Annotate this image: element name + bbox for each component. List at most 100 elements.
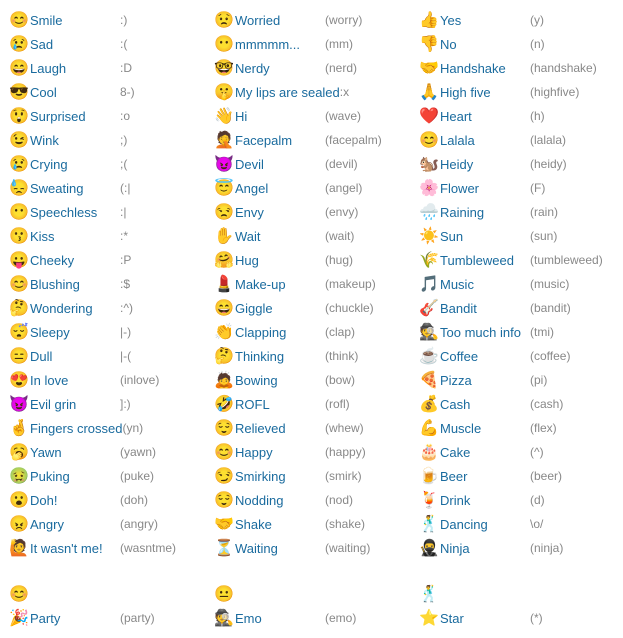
emoji-code: (smirk) xyxy=(325,469,362,483)
emoji-icon: 🐿️ xyxy=(418,154,440,174)
list-item xyxy=(4,560,209,582)
list-item: 🐿️Heidy(heidy) xyxy=(414,152,619,176)
emoji-name: Kiss xyxy=(30,229,120,244)
emoji-code: (h) xyxy=(530,109,545,123)
emoji-name: Wink xyxy=(30,133,120,148)
emoji-icon: 😒 xyxy=(213,202,235,222)
emoji-icon: ⏳ xyxy=(213,538,235,558)
emoji-code: (lalala) xyxy=(530,133,566,147)
list-item: 🎵Music(music) xyxy=(414,272,619,296)
emoji-name: Relieved xyxy=(235,421,325,436)
emoji-name: Smile xyxy=(30,13,120,28)
emoji-icon: 👎 xyxy=(418,34,440,54)
emoji-code: :x xyxy=(340,85,349,99)
emoji-code: (clap) xyxy=(325,325,355,339)
emoji-icon: ❤️ xyxy=(418,106,440,126)
emoji-name: Coffee xyxy=(440,349,530,364)
list-item: 😗Kiss:* xyxy=(4,224,209,248)
emoji-icon: 🤝 xyxy=(418,58,440,78)
emoji-name: Cheeky xyxy=(30,253,120,268)
list-item: 🎸Bandit(bandit) xyxy=(414,296,619,320)
emoji-code: |-) xyxy=(120,325,131,339)
list-item: 🤔Thinking(think) xyxy=(209,344,414,368)
emoji-code: (bow) xyxy=(325,373,355,387)
emoji-icon: 😮 xyxy=(8,490,30,510)
emoji-grid: 😊Smile:)😢Sad:(😄Laugh:D😎Cool8-)😲Surprised… xyxy=(0,0,623,638)
emoji-name: Emo xyxy=(235,611,325,626)
emoji-icon: 🤣 xyxy=(213,394,235,414)
list-item: 😎Cool8-) xyxy=(4,80,209,104)
list-item: 😛Cheeky:P xyxy=(4,248,209,272)
emoji-icon: 🌧️ xyxy=(418,202,440,222)
emoji-name: Cake xyxy=(440,445,530,460)
emoji-icon: 🤞 xyxy=(8,418,30,438)
list-item: 💪Muscle(flex) xyxy=(414,416,619,440)
emoji-code: (n) xyxy=(530,37,545,51)
emoji-code: (doh) xyxy=(120,493,148,507)
emoji-icon: 😢 xyxy=(8,154,30,174)
emoji-code: (whew) xyxy=(325,421,364,435)
column-2: 😟Worried(worry)😶mmmmm...(mm)🤓Nerdy(nerd)… xyxy=(209,8,414,630)
list-item: 👍Yes(y) xyxy=(414,8,619,32)
emoji-name: Clapping xyxy=(235,325,325,340)
emoji-icon: 👋 xyxy=(213,106,235,126)
emoji-name: Beer xyxy=(440,469,530,484)
emoji-code: (shake) xyxy=(325,517,365,531)
emoji-icon: 🥱 xyxy=(8,442,30,462)
emoji-code: (:| xyxy=(120,181,130,195)
emoji-icon: 😄 xyxy=(213,298,235,318)
emoji-code: :* xyxy=(120,229,128,243)
emoji-code: :P xyxy=(120,253,131,267)
emoji-code: (angry) xyxy=(120,517,158,531)
emoji-icon: 💪 xyxy=(418,418,440,438)
emoji-icon: ☕ xyxy=(418,346,440,366)
emoji-icon: 😈 xyxy=(8,394,30,414)
emoji-name: Handshake xyxy=(440,61,530,76)
emoji-icon: 😍 xyxy=(8,370,30,390)
emoji-name: Dancing xyxy=(440,517,530,532)
list-item: 🎉Party(party) xyxy=(4,606,209,630)
emoji-code: (envy) xyxy=(325,205,358,219)
emoji-icon: 😌 xyxy=(213,490,235,510)
list-item: 🍹Drink(d) xyxy=(414,488,619,512)
emoji-code: (angel) xyxy=(325,181,362,195)
list-item: 😇Angel(angel) xyxy=(209,176,414,200)
list-item: 🤓Nerdy(nerd) xyxy=(209,56,414,80)
emoji-code: (ninja) xyxy=(530,541,563,555)
emoji-code: (puke) xyxy=(120,469,154,483)
emoji-code: (highfive) xyxy=(530,85,579,99)
emoji-icon: 🎸 xyxy=(418,298,440,318)
list-item xyxy=(414,560,619,582)
emoji-name: Thinking xyxy=(235,349,325,364)
emoji-name: Drink xyxy=(440,493,530,508)
emoji-icon: 😟 xyxy=(213,10,235,30)
emoji-code: (chuckle) xyxy=(325,301,374,315)
emoji-code: (waiting) xyxy=(325,541,370,555)
list-item: 😢Crying;( xyxy=(4,152,209,176)
emoji-code: (happy) xyxy=(325,445,366,459)
emoji-name: Pizza xyxy=(440,373,530,388)
list-item: 🥱Yawn(yawn) xyxy=(4,440,209,464)
emoji-code: (F) xyxy=(530,181,545,195)
emoji-code: (party) xyxy=(120,611,155,625)
emoji-code: :( xyxy=(120,37,127,51)
emoji-icon: 🎂 xyxy=(418,442,440,462)
emoji-icon: 🍕 xyxy=(418,370,440,390)
emoji-icon: ⭐ xyxy=(418,608,440,628)
emoji-code: :$ xyxy=(120,277,130,291)
emoji-code: (wasntme) xyxy=(120,541,176,555)
emoji-code: :o xyxy=(120,109,130,123)
list-item: 🌾Tumbleweed(tumbleweed) xyxy=(414,248,619,272)
list-item: 🙋It wasn't me!(wasntme) xyxy=(4,536,209,560)
list-item: 😍In love(inlove) xyxy=(4,368,209,392)
emoji-name: Devil xyxy=(235,157,325,172)
emoji-name: No xyxy=(440,37,530,52)
emoji-code: (emo) xyxy=(325,611,356,625)
emoji-name: Flower xyxy=(440,181,530,196)
emoji-icon: 👏 xyxy=(213,322,235,342)
emoji-code: (flex) xyxy=(530,421,557,435)
emoji-name: Yes xyxy=(440,13,530,28)
emoji-icon: 🤝 xyxy=(213,514,235,534)
emoji-icon: 😌 xyxy=(213,418,235,438)
emoji-code: (beer) xyxy=(530,469,562,483)
